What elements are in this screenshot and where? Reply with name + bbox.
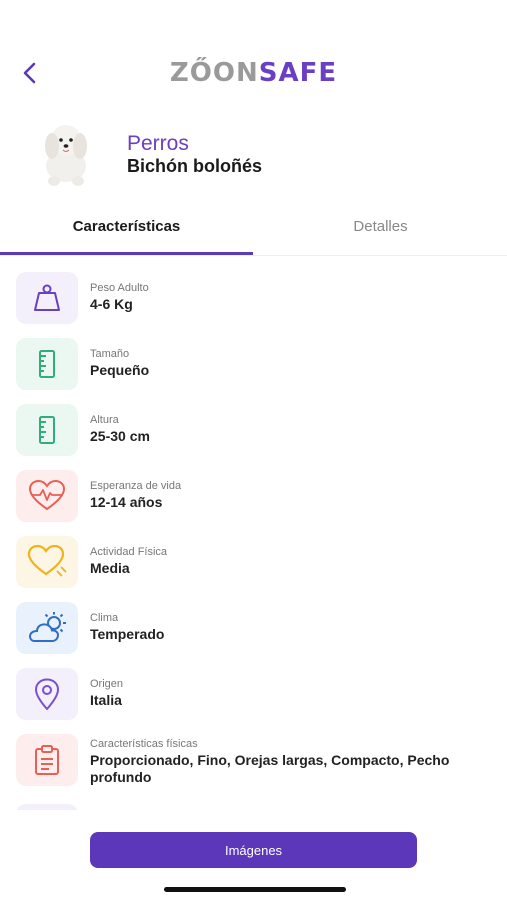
- item-label: Tamaño: [90, 348, 130, 360]
- icon-box: [16, 404, 78, 456]
- item-label: Origen: [90, 678, 124, 690]
- icon-box: [16, 804, 78, 810]
- dog-image: [45, 125, 87, 186]
- app-logo: ZŐONSAFE: [0, 58, 507, 88]
- tab-bar: Características Detalles: [0, 205, 507, 256]
- item-value: Italia: [90, 692, 122, 708]
- breed-name: Bichón boloñés: [127, 156, 262, 176]
- item-label: Actividad Física: [90, 546, 168, 558]
- icon-box: [16, 536, 78, 588]
- list-item: Origen Italia: [16, 664, 496, 722]
- icon-box: [16, 602, 78, 654]
- item-value: Pequeño: [90, 362, 150, 378]
- list-item: Altura 25-30 cm: [16, 400, 496, 458]
- logo-text-safe: SAFE: [258, 58, 338, 88]
- item-value: Proporcionado, Fino, Orejas largas, Comp…: [90, 752, 450, 785]
- logo-text-zoon: ZŐON: [169, 58, 259, 88]
- icon-box: [16, 272, 78, 324]
- tab-detalles[interactable]: Detalles: [254, 205, 507, 252]
- tab-caracteristicas[interactable]: Características: [0, 205, 253, 255]
- home-indicator: [164, 887, 346, 892]
- item-value: 12-14 años: [90, 494, 163, 510]
- icon-box: [16, 668, 78, 720]
- header: ZŐONSAFE: [0, 0, 507, 110]
- heartbeat-icon: [28, 480, 66, 511]
- list-item: Clima Temperado: [16, 598, 496, 656]
- breed-category: Perros: [127, 132, 189, 155]
- heart-icon: [27, 545, 67, 577]
- item-label: Características físicas: [90, 738, 198, 750]
- breed-header: Perros Bichón boloñés: [32, 118, 492, 190]
- item-value: Media: [90, 560, 130, 576]
- item-label: Esperanza de vida: [90, 480, 182, 492]
- list-item: [16, 800, 496, 810]
- location-icon: [34, 678, 60, 710]
- item-value: 25-30 cm: [90, 428, 150, 444]
- item-value: Temperado: [90, 626, 165, 642]
- images-button[interactable]: Imágenes: [90, 832, 417, 868]
- icon-box: [16, 470, 78, 522]
- item-label: Altura: [90, 414, 119, 426]
- weight-icon: [34, 284, 60, 311]
- list-item: Tamaño Pequeño: [16, 334, 496, 392]
- list-item: Esperanza de vida 12-14 años: [16, 466, 496, 524]
- item-label: Peso Adulto: [90, 282, 149, 294]
- ruler-icon: [39, 416, 55, 444]
- characteristics-list[interactable]: Peso Adulto 4-6 Kg Tamaño Pequeño Altura…: [0, 262, 507, 810]
- icon-box: [16, 734, 78, 786]
- weather-icon: [28, 612, 66, 642]
- list-item: Características físicas Proporcionado, F…: [16, 730, 496, 788]
- ruler-icon: [39, 350, 55, 378]
- list-item: Peso Adulto 4-6 Kg: [16, 268, 496, 326]
- item-label: Clima: [90, 612, 119, 624]
- list-item: Actividad Física Media: [16, 532, 496, 590]
- clipboard-icon: [35, 745, 59, 775]
- item-value: 4-6 Kg: [90, 296, 133, 312]
- icon-box: [16, 338, 78, 390]
